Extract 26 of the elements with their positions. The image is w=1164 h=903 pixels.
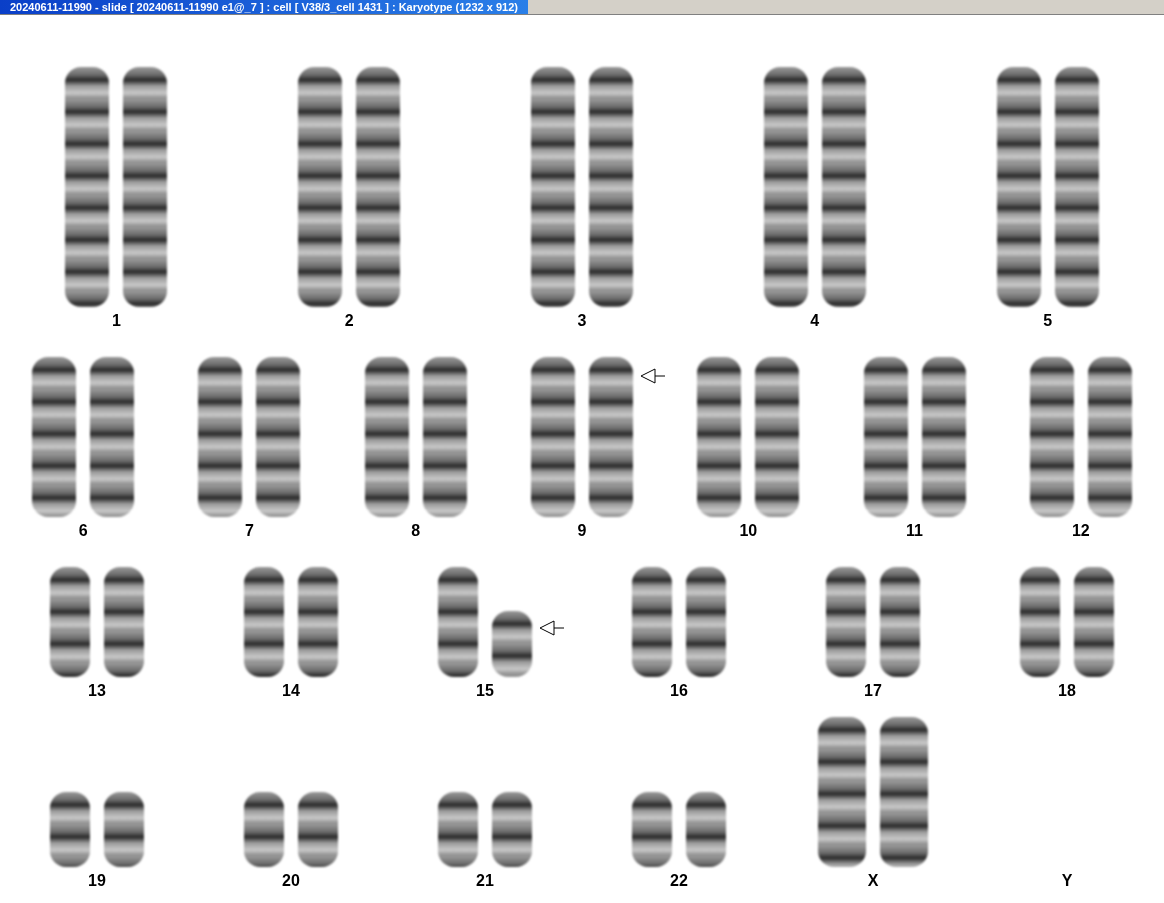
chromosome-number: 20 [282, 871, 300, 891]
chromosome-number: 13 [88, 681, 106, 701]
chromosome-number: 1 [111, 311, 121, 331]
chromosome-number: 22 [670, 871, 688, 891]
chromosome-number: 15 [476, 681, 494, 701]
chromosome-number: 9 [577, 521, 587, 541]
chromosome-number: X [867, 871, 879, 891]
chromosome-number: 18 [1058, 681, 1076, 701]
chromosome-number: 17 [864, 681, 882, 701]
chromosome-number: 7 [244, 521, 254, 541]
chromosome-number: 6 [78, 521, 88, 541]
chromosome-number: 10 [739, 521, 758, 541]
chromosome-number: 14 [282, 681, 300, 701]
chromosome-number: 4 [810, 311, 820, 331]
chromosome-drawing [492, 611, 532, 677]
chromosome-number: 19 [88, 871, 106, 891]
chromosome-number: 8 [411, 521, 421, 541]
chromosome-number: 11 [906, 521, 923, 541]
chromosome-number: 21 [476, 871, 494, 891]
window-title: 20240611-11990 - slide [ 20240611-11990 e1@_7 ] : cell [ V38/3_cell 1431 ] : Karyotype (1232 x 912) [0, 0, 528, 14]
chromosome-number: 3 [577, 311, 587, 331]
chromosome-number: 2 [344, 311, 354, 331]
chromosome-number: 5 [1043, 311, 1053, 331]
chromosome-number: Y [1061, 871, 1073, 891]
chromosome-number: 12 [1071, 521, 1090, 541]
chromosome-number: 16 [670, 681, 688, 701]
